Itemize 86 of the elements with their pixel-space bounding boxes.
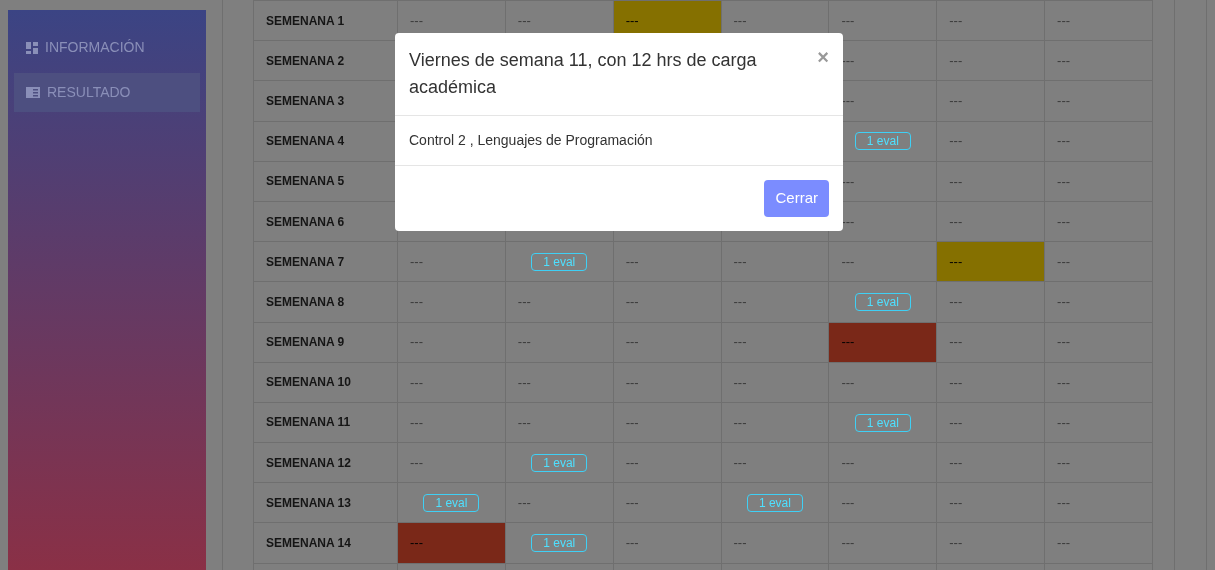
table-cell: --- (936, 522, 1045, 564)
eval-tag[interactable]: 1 eval (531, 453, 588, 472)
table-cell: --- (721, 281, 829, 322)
row-label: SEMENANA 10 (253, 362, 398, 403)
row-label: SEMENANA 7 (253, 241, 398, 282)
table-cell: --- (613, 241, 722, 282)
dashboard-icon (26, 41, 38, 54)
table-cell: --- (936, 281, 1045, 322)
table-cell: --- (505, 362, 614, 403)
eval-tag[interactable]: 1 eval (423, 494, 480, 513)
table-cell: --- (613, 402, 722, 443)
row-label: SEMENANA 13 (253, 482, 398, 523)
eval-tag[interactable]: 1 eval (531, 534, 588, 553)
table-cell: --- (397, 322, 506, 363)
table-cell: --- (828, 362, 937, 403)
eval-tag[interactable]: 1 eval (746, 494, 803, 513)
row-label: SEMENANA 12 (253, 442, 398, 483)
table-cell: --- (828, 241, 937, 282)
table-cell: --- (1044, 0, 1153, 41)
table-cell: --- (397, 522, 506, 564)
table-cell: --- (397, 402, 506, 443)
table-cell: --- (828, 322, 937, 363)
table-cell: --- (397, 281, 506, 322)
table-cell: --- (1044, 322, 1153, 363)
eval-tag[interactable]: 1 eval (531, 252, 588, 271)
table-cell: --- (936, 80, 1045, 122)
table-cell: --- (936, 0, 1045, 41)
table-cell: --- (936, 201, 1045, 242)
table-cell: --- (613, 322, 722, 363)
table-cell: --- (828, 522, 937, 564)
table-cell: --- (828, 482, 937, 523)
close-button[interactable]: × (809, 47, 829, 67)
row-label: SEMENANA 11 (253, 402, 398, 443)
table-cell: --- (721, 402, 829, 443)
row-label: SEMENANA 9 (253, 322, 398, 363)
table-cell: --- (1044, 241, 1153, 282)
table-cell: --- (397, 442, 506, 483)
sidebar-item[interactable]: RESULTADO (14, 73, 200, 112)
table-cell: --- (613, 482, 722, 523)
eval-tag[interactable]: 1 eval (854, 293, 911, 312)
table-cell: --- (936, 121, 1045, 162)
table-cell: --- (936, 362, 1045, 403)
table-cell: --- (613, 522, 722, 564)
table-cell: --- (936, 322, 1045, 363)
table-cell: --- (1044, 402, 1153, 443)
table-cell: --- (1044, 121, 1153, 162)
table-cell: --- (505, 322, 614, 363)
table-cell: --- (1044, 482, 1153, 523)
table-cell: --- (397, 241, 506, 282)
table-cell: --- (721, 241, 829, 282)
table-cell: --- (505, 281, 614, 322)
eval-tag[interactable]: 1 eval (854, 413, 911, 432)
table-cell: --- (1044, 161, 1153, 202)
eval-tag[interactable]: 1 eval (854, 132, 911, 151)
row-label: SEMENANA 8 (253, 281, 398, 322)
table-cell: --- (397, 362, 506, 403)
modal-title: Viernes de semana 11, con 12 hrs de carga académica (409, 49, 758, 99)
table-cell: --- (1044, 442, 1153, 483)
table-cell: --- (1044, 80, 1153, 122)
table-cell: --- (936, 482, 1045, 523)
close-button[interactable]: Cerrar (764, 180, 829, 217)
book-icon (26, 87, 40, 98)
table-cell: --- (1044, 362, 1153, 403)
table-cell: --- (613, 362, 722, 403)
table-cell: --- (828, 442, 937, 483)
table-cell: --- (721, 362, 829, 403)
table-cell: --- (505, 402, 614, 443)
row-label: SEMENANA 1 (253, 0, 398, 41)
table-cell: --- (1044, 40, 1153, 81)
table-cell: --- (613, 281, 722, 322)
table-cell: --- (936, 241, 1045, 282)
table-cell: --- (721, 442, 829, 483)
table-cell: --- (1044, 522, 1153, 564)
table-cell: --- (936, 442, 1045, 483)
row-label: SEMENANA 14 (253, 522, 398, 564)
table-cell: --- (721, 522, 829, 564)
table-cell: --- (936, 40, 1045, 81)
sidebar-item[interactable]: INFORMACIÓN (14, 28, 200, 67)
table-cell: --- (505, 482, 614, 523)
table-cell: --- (1044, 201, 1153, 242)
table-cell: --- (936, 402, 1045, 443)
table-cell: --- (1044, 281, 1153, 322)
table-cell: --- (613, 442, 722, 483)
table-cell: --- (936, 161, 1045, 202)
modal-message: Control 2 , Lenguajes de Programación (409, 132, 653, 148)
table-cell: --- (721, 322, 829, 363)
